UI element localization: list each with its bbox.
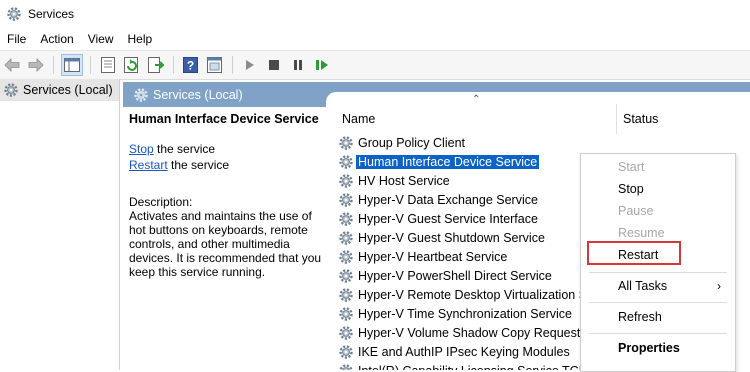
stop-link[interactable]: Stop (129, 142, 154, 156)
description-line: devices. It is recommended that you (129, 251, 322, 265)
restart-action-text: the service (167, 158, 230, 172)
properties-icon[interactable] (98, 55, 118, 75)
service-name: IKE and AuthIP IPsec Keying Modules (358, 344, 570, 359)
stop-action: Stop the service (129, 142, 329, 156)
console-tree: Services (Local) (0, 79, 120, 370)
gear-icon (338, 249, 354, 265)
service-name: Hyper-V Time Synchronization Service (358, 306, 572, 321)
context-menu-properties[interactable]: Properties (581, 337, 735, 359)
context-menu-all-tasks[interactable]: All Tasks › (581, 275, 735, 297)
toolbar-separator (232, 56, 233, 74)
gear-icon (338, 230, 354, 246)
title-bar: Services (0, 0, 750, 28)
gear-icon (338, 325, 354, 341)
gear-icon (338, 211, 354, 227)
column-status-header[interactable]: Status (623, 112, 658, 126)
context-menu-refresh[interactable]: Refresh (581, 306, 735, 328)
restart-highlight-box (587, 241, 681, 265)
pause-icon[interactable] (288, 55, 308, 75)
gear-icon (338, 268, 354, 284)
restart-action: Restart the service (129, 158, 329, 172)
service-name: Hyper-V Remote Desktop Virtualization Se (358, 287, 594, 302)
service-name: Intel(R) Capability Licensing Service TC… (356, 364, 604, 371)
context-menu-stop[interactable]: Stop (581, 178, 735, 200)
menu-separator (589, 272, 727, 273)
menu-action[interactable]: Action (33, 32, 80, 46)
service-name: Hyper-V Volume Shadow Copy Requestor (358, 325, 592, 340)
gear-icon (338, 192, 354, 208)
description-line: keep this service running. (129, 265, 266, 279)
description-label: Description: (129, 195, 193, 209)
stop-action-text: the service (153, 142, 216, 156)
service-name: Hyper-V Heartbeat Service (358, 249, 508, 264)
forward-arrow-icon[interactable] (26, 55, 46, 75)
toolbar: ? (0, 50, 750, 80)
gear-icon (338, 306, 354, 322)
column-name-header[interactable]: Name (342, 112, 375, 126)
menu-item-label: Refresh (618, 310, 662, 324)
start-icon[interactable] (240, 55, 260, 75)
refresh-icon[interactable] (122, 55, 142, 75)
service-name: Hyper-V Data Exchange Service (358, 192, 538, 207)
column-header: ⌃ Name Status (326, 92, 750, 138)
sort-ascending-icon: ⌃ (472, 94, 481, 105)
menu-view[interactable]: View (81, 32, 121, 46)
description-panel: Human Interface Device Service Stop the … (129, 112, 329, 279)
service-name: Hyper-V Guest Service Interface (358, 211, 538, 226)
menu-item-label: Resume (618, 226, 665, 240)
menu-item-label: Stop (618, 182, 644, 196)
service-row[interactable]: Group Policy Client (338, 133, 750, 152)
menu-bar: File Action View Help (0, 28, 750, 50)
gear-icon (134, 87, 148, 102)
back-arrow-icon[interactable] (2, 55, 22, 75)
selected-service-title: Human Interface Device Service (129, 112, 319, 126)
gear-icon (338, 173, 354, 189)
gear-icon (338, 135, 354, 151)
column-separator[interactable] (616, 104, 617, 134)
menu-help[interactable]: Help (121, 32, 160, 46)
toolbar-separator (173, 56, 174, 74)
window-title: Services (28, 7, 75, 21)
context-menu-start: Start (581, 156, 735, 178)
help-icon[interactable]: ? (181, 55, 201, 75)
tree-item-services-local[interactable]: Services (Local) (0, 79, 119, 101)
gear-icon (338, 154, 354, 170)
restart-link[interactable]: Restart (129, 158, 168, 172)
menu-item-label: Pause (618, 204, 654, 218)
menu-item-label: Properties (618, 341, 680, 355)
description-line: hot buttons on keyboards, remote (129, 223, 308, 237)
gear-icon (338, 344, 354, 360)
description-line: Activates and maintains the use of (129, 209, 312, 223)
gear-icon (7, 7, 21, 21)
menu-file[interactable]: File (0, 32, 33, 46)
tree-item-label: Services (Local) (23, 83, 113, 97)
description-line: controls, and other multimedia (129, 237, 290, 251)
gear-icon (338, 363, 354, 370)
menu-separator (589, 333, 727, 334)
toolbar-separator (90, 56, 91, 74)
console-icon[interactable] (205, 55, 225, 75)
service-name: Human Interface Device Service (356, 154, 540, 169)
export-icon[interactable] (146, 55, 166, 75)
pane-header-title: Services (Local) (153, 87, 243, 102)
gear-icon (4, 83, 18, 97)
service-name: Hyper-V Guest Shutdown Service (358, 230, 545, 245)
service-name: Hyper-V PowerShell Direct Service (358, 268, 552, 283)
service-name: Group Policy Client (358, 135, 465, 150)
toolbar-separator (53, 56, 54, 74)
menu-item-label: All Tasks (618, 279, 668, 293)
submenu-arrow-icon: › (717, 279, 721, 293)
show-tree-icon[interactable] (61, 54, 83, 76)
menu-item-label: Start (618, 160, 645, 174)
menu-separator (589, 302, 727, 303)
stop-icon[interactable] (264, 55, 284, 75)
gear-icon (338, 287, 354, 303)
resume-icon[interactable] (312, 55, 332, 75)
service-name: HV Host Service (358, 173, 450, 188)
svg-text:?: ? (187, 59, 194, 73)
context-menu-pause: Pause (581, 200, 735, 222)
